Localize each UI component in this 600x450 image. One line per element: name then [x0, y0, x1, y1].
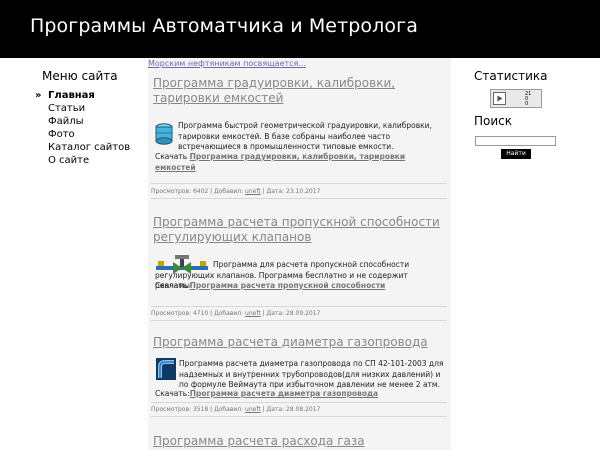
tank-icon: [155, 123, 173, 145]
divider: [151, 183, 447, 184]
article-meta: Просмотров: 6402 | Добавил: uneft | Дата…: [151, 188, 321, 195]
article-title[interactable]: Программа расчета пропускной способности…: [153, 215, 449, 245]
download-link[interactable]: Программа градуировки, калибровки, тарир…: [155, 152, 405, 172]
added-label: Добавил:: [214, 188, 244, 195]
download-prefix: Скачать:: [155, 389, 190, 398]
double-chevron-right-icon: »: [35, 90, 42, 101]
menu-item-label: Статьи: [48, 103, 86, 114]
menu-item-photo[interactable]: Фото: [34, 128, 130, 141]
views-label: Просмотров:: [151, 188, 192, 195]
divider: [151, 416, 447, 417]
article-title[interactable]: Программа градуировки, калибровки, тарир…: [153, 76, 449, 106]
divider: [151, 402, 447, 403]
menu-item-site-catalog[interactable]: Каталог сайтов: [34, 141, 130, 154]
pipe-icon: [156, 358, 176, 380]
download-link[interactable]: Программа расчета пропускной способности: [190, 281, 386, 290]
article-download: Скачать Программа расчета пропускной спо…: [155, 281, 445, 292]
article-meta: Просмотров: 4710 | Добавил: uneft | Дата…: [151, 310, 321, 317]
menu-item-label: О сайте: [48, 155, 90, 166]
stats-title: Статистика: [474, 69, 548, 83]
article-card: Программа градуировки, калибровки, тарир…: [148, 74, 451, 204]
article-card: Программа расчета диаметра газопровода П…: [148, 334, 451, 434]
views-label: Просмотров:: [151, 406, 192, 413]
menu-title: Меню сайта: [42, 69, 118, 83]
menu-item-label: Фото: [48, 129, 75, 140]
marquee-link[interactable]: Морским нефтяникам посвящается...: [148, 59, 306, 68]
views-count: 6402: [192, 188, 209, 195]
article-download: Скачать:Программа расчета диаметра газоп…: [155, 389, 445, 400]
menu-item-label: Главная: [48, 90, 95, 101]
views-count: 4710: [192, 310, 209, 317]
views-label: Просмотров:: [151, 310, 192, 317]
site-menu: » Главная Статьи Файлы Фото Каталог сайт…: [34, 89, 130, 167]
menu-item-label: Каталог сайтов: [48, 142, 131, 153]
added-label: Добавил:: [214, 310, 244, 317]
date-label: Дата:: [266, 406, 285, 413]
menu-item-files[interactable]: Файлы: [34, 115, 130, 128]
menu-item-about[interactable]: О сайте: [34, 154, 130, 167]
site-header: Программы Автоматчика и Метролога: [0, 0, 600, 58]
left-sidebar: Меню сайта » Главная Статьи Файлы Фото К…: [0, 58, 148, 450]
site-title[interactable]: Программы Автоматчика и Метролога: [30, 15, 418, 37]
author-link[interactable]: uneft: [245, 310, 261, 317]
article-date: 28.08.2017: [286, 406, 321, 413]
counter-value: 0: [525, 101, 529, 107]
main-content: Морским нефтяникам посвящается... Програ…: [148, 58, 451, 450]
article-card: Программа расчета расхода газа: [148, 434, 451, 450]
author-link[interactable]: uneft: [245, 188, 261, 195]
article-title[interactable]: Программа расчета расхода газа: [153, 434, 449, 449]
date-label: Дата:: [266, 310, 285, 317]
views-count: 3518: [192, 406, 209, 413]
menu-item-articles[interactable]: Статьи: [34, 102, 130, 115]
visit-counter[interactable]: 21 0 0: [490, 89, 542, 108]
added-label: Добавил:: [214, 406, 244, 413]
author-link[interactable]: uneft: [245, 406, 261, 413]
menu-item-label: Файлы: [48, 116, 84, 127]
search-title: Поиск: [474, 114, 513, 128]
date-label: Дата:: [266, 188, 285, 195]
article-excerpt: Программа расчета диаметра газопровода п…: [179, 359, 444, 389]
menu-item-home[interactable]: » Главная: [34, 89, 130, 102]
download-prefix: Скачать: [155, 152, 188, 161]
article-excerpt: Программа быстрой геометрической градуир…: [178, 121, 432, 151]
download-link[interactable]: Программа расчета диаметра газопровода: [190, 389, 378, 398]
divider: [151, 198, 447, 199]
counter-logo-icon: [493, 92, 506, 105]
article-download: Скачать Программа градуировки, калибровк…: [155, 152, 445, 173]
search-button[interactable]: Найти: [501, 149, 531, 159]
download-prefix: Скачать: [155, 281, 188, 290]
divider: [151, 320, 447, 321]
article-meta: Просмотров: 3518 | Добавил: uneft | Дата…: [151, 406, 321, 413]
search-input[interactable]: [475, 136, 556, 146]
article-date: 23.10.2017: [286, 188, 321, 195]
article-title[interactable]: Программа расчета диаметра газопровода: [153, 335, 449, 350]
right-sidebar: Статистика 21 0 0 Поиск Найти: [451, 58, 600, 450]
article-card: Программа расчета пропускной способности…: [148, 213, 451, 328]
divider: [151, 306, 447, 307]
article-date: 28.09.2017: [286, 310, 321, 317]
